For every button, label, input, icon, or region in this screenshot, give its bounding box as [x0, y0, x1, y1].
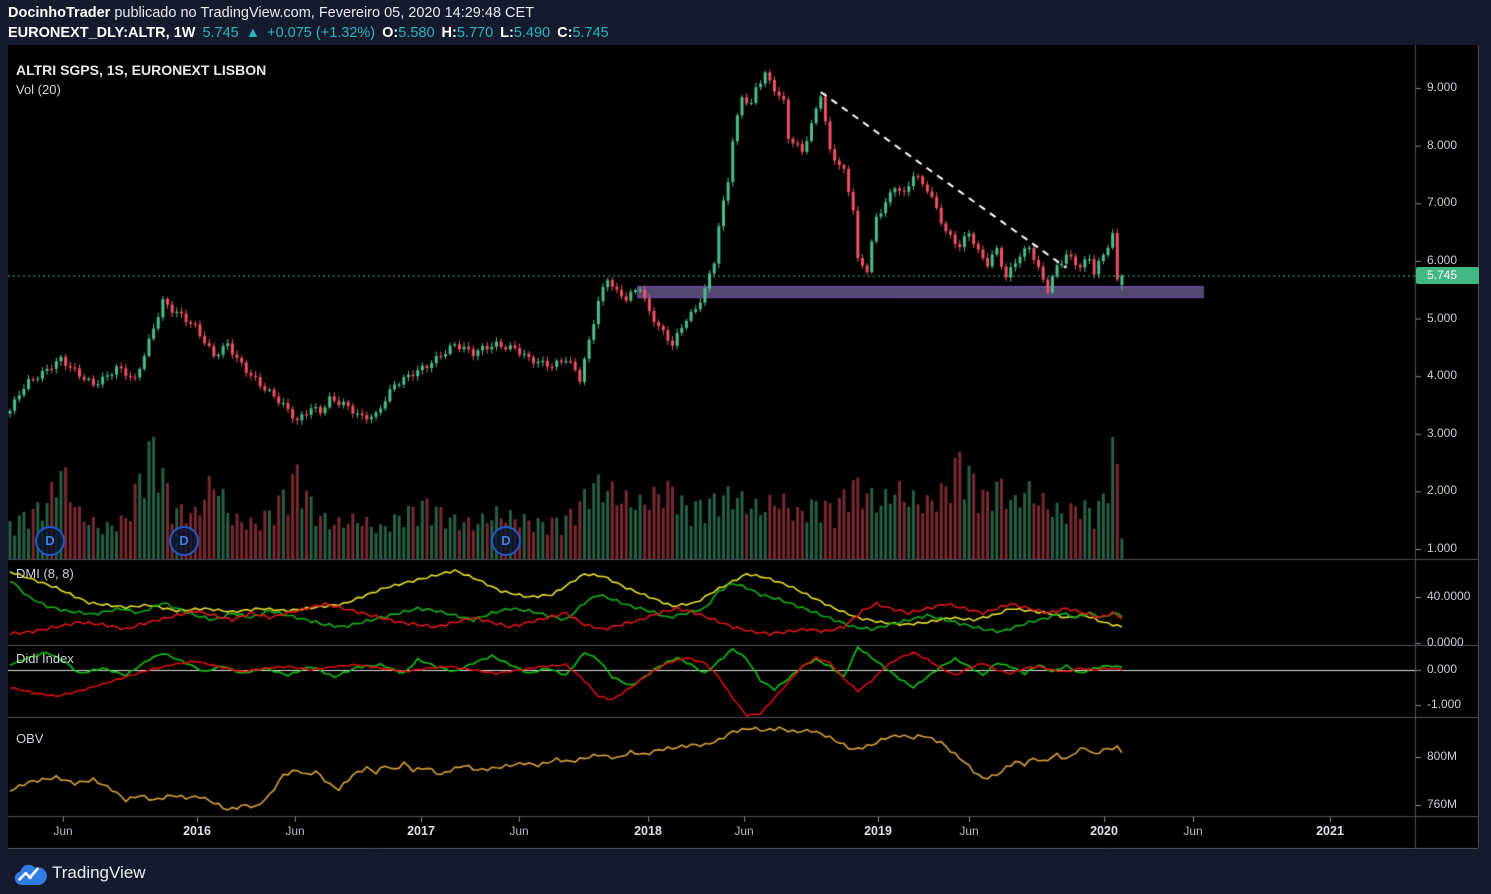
- chart-widget: ALTRI SGPS, 1S, EURONEXT LISBON Vol (20)…: [8, 45, 1479, 849]
- footer-bar: TradingView: [0, 855, 1491, 894]
- price-tick-label: 7.000: [1427, 195, 1458, 210]
- dmi-tick-label: 40.0000: [1427, 589, 1471, 603]
- dividend-marker[interactable]: D: [35, 526, 65, 556]
- tradingview-logo-icon[interactable]: [13, 862, 47, 892]
- author-name: DocinhoTrader: [8, 5, 111, 21]
- time-tick-label: Jun: [1183, 824, 1203, 838]
- close-value: 5.745: [572, 25, 609, 41]
- chart-legend-title[interactable]: ALTRI SGPS, 1S, EURONEXT LISBON: [16, 62, 266, 78]
- obv-pane-label[interactable]: OBV: [16, 731, 43, 746]
- price-tick-label: 4.000: [1427, 368, 1458, 383]
- price-tick-label: 2.000: [1427, 483, 1458, 498]
- open-value: 5.580: [398, 25, 435, 41]
- dividend-marker[interactable]: D: [491, 526, 521, 556]
- header-bar: DocinhoTrader publicado no TradingView.c…: [0, 0, 1491, 45]
- price-change: +0.075 (+1.32%): [267, 25, 376, 41]
- low-label: L:: [500, 25, 514, 41]
- obv-tick-label: 800M: [1427, 749, 1458, 763]
- symbol-line: EURONEXT_DLY:ALTR, 1W 5.745 ▲ +0.075 (+1.32…: [8, 25, 609, 41]
- time-tick-label: Jun: [53, 824, 73, 838]
- price-tick-label: 9.000: [1427, 80, 1458, 94]
- time-tick-label: Jun: [959, 824, 979, 838]
- dmi-pane-label[interactable]: DMI (8, 8): [16, 566, 74, 581]
- dmi-tick-label: 0.0000: [1427, 635, 1464, 649]
- price-tick-label: 3.000: [1427, 425, 1458, 440]
- chart-canvas[interactable]: [8, 45, 1479, 849]
- volume-indicator-label[interactable]: Vol (20): [16, 82, 61, 97]
- time-tick-label: 2019: [864, 824, 892, 838]
- price-tick-label: 5.000: [1427, 310, 1458, 325]
- published-text: publicado no TradingView.com, Fevereiro …: [110, 5, 535, 21]
- price-tick-label: 6.000: [1427, 252, 1458, 267]
- time-tick-label: 2021: [1316, 824, 1344, 838]
- time-tick-label: 2018: [634, 824, 662, 838]
- low-value: 5.490: [513, 25, 551, 41]
- price-tick-label: 8.000: [1427, 137, 1458, 152]
- price-tick-label: 1.000: [1427, 541, 1458, 555]
- didi-tick-label: -1.000: [1427, 697, 1462, 711]
- last-price-badge: 5.745: [1416, 267, 1479, 285]
- symbol-name: EURONEXT_DLY:ALTR, 1W: [8, 25, 196, 41]
- time-tick-label: 2020: [1090, 824, 1118, 838]
- tradingview-wordmark[interactable]: TradingView: [52, 863, 146, 883]
- obv-tick-label: 760M: [1427, 797, 1458, 811]
- didi-pane-label[interactable]: Didi Index: [16, 651, 74, 666]
- time-tick-label: Jun: [734, 824, 754, 838]
- time-axis[interactable]: Jun 2016 Jun 2017 Jun 2018 Jun 2019 Jun 2020 Jun 20…: [8, 817, 1479, 849]
- up-arrow-icon: ▲: [245, 25, 261, 41]
- published-line: DocinhoTrader publicado no TradingView.c…: [8, 5, 534, 21]
- time-tick-label: Jun: [509, 824, 529, 838]
- time-tick-label: Jun: [285, 824, 305, 838]
- close-label: C:: [557, 25, 573, 41]
- high-value: 5.770: [456, 25, 494, 41]
- open-label: O:: [382, 25, 399, 41]
- time-tick-label: 2016: [183, 824, 211, 838]
- last-price: 5.745: [202, 25, 239, 41]
- time-tick-label: 2017: [407, 824, 435, 838]
- high-label: H:: [441, 25, 457, 41]
- dividend-marker[interactable]: D: [169, 526, 199, 556]
- didi-tick-label: 0.000: [1427, 662, 1458, 676]
